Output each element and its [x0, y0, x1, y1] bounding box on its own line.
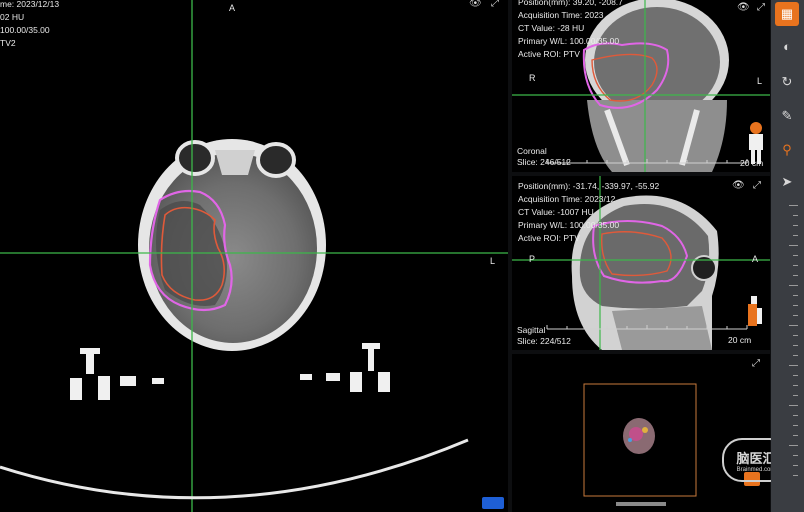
expand-icon[interactable]: ⤢: [757, 2, 765, 13]
sagittal-scale-label: 20 cm: [728, 335, 752, 345]
axial-info-line: 02 HU: [0, 12, 25, 22]
sagittal-info-line: Active ROI: PTV: [518, 233, 580, 243]
sagittal-info-line: Acquisition Time: 2023/12: [518, 194, 616, 204]
sagittal-info-line: Primary W/L: 100.00/35.00: [518, 220, 620, 230]
sagittal-slice-label: Slice: 224/512: [517, 336, 571, 346]
coronal-info-line: Active ROI: PTV: [518, 49, 580, 59]
coronal-info: Position(mm): 39.20, -208.7 Acquisition …: [518, 0, 623, 61]
axial-orient-top: A: [229, 3, 236, 13]
expand-icon[interactable]: ⤢: [491, 0, 499, 9]
axial-image: [0, 0, 508, 512]
axial-orient-right: L: [490, 256, 496, 266]
eye-icon[interactable]: 👁: [732, 180, 745, 191]
expand-icon[interactable]: ⤢: [753, 180, 761, 191]
layout-icon[interactable]: ▦: [775, 2, 799, 26]
expand-icon[interactable]: ⤢: [752, 358, 760, 369]
watermark-title: 脑医汇: [736, 450, 776, 466]
coronal-slice-label: Slice: 246/512: [517, 157, 571, 167]
axial-info-line: me: 2023/12/13: [0, 0, 60, 9]
eye-icon[interactable]: 👁: [737, 2, 750, 13]
contrast-icon[interactable]: ◐: [775, 34, 799, 58]
axial-viewport[interactable]: me: 2023/12/13 02 HU 100.00/35.00 TV2 A …: [0, 0, 508, 512]
slice-scale[interactable]: [771, 200, 804, 490]
sagittal-info-line: CT Value: -1007 HU: [518, 207, 594, 217]
3d-viewport[interactable]: ⤢: [512, 354, 770, 512]
coronal-scale-label: 20 cm: [740, 158, 764, 168]
coronal-viewport[interactable]: Position(mm): 39.20, -208.7 Acquisition …: [512, 0, 770, 172]
right-toolbar: ▦ ◐ ↻ ✎ ⚲ ➤: [771, 0, 804, 512]
pointer-icon[interactable]: ➤: [775, 170, 799, 194]
coronal-info-line: Position(mm): 39.20, -208.7: [518, 0, 623, 7]
sagittal-info: Position(mm): -31.74, -339.97, -55.92 Ac…: [518, 180, 659, 245]
3d-render: [583, 383, 697, 506]
axial-info: me: 2023/12/13 02 HU 100.00/35.00 TV2: [0, 0, 59, 50]
coronal-orient-right: L: [757, 76, 763, 86]
zoom-icon[interactable]: ⚲: [775, 138, 799, 162]
orientation-cube-icon: [482, 497, 504, 509]
sagittal-orient-left: P: [529, 254, 536, 264]
coronal-info-line: CT Value: -28 HU: [518, 23, 585, 33]
axial-info-line: 100.00/35.00: [0, 25, 50, 35]
watermark-sub: Brainmed.com: [736, 466, 776, 473]
axial-info-line: TV2: [0, 38, 16, 48]
coronal-info-line: Acquisition Time: 2023: [518, 10, 604, 20]
sagittal-orient-right: A: [752, 254, 759, 264]
eye-icon[interactable]: 👁: [469, 0, 482, 9]
sagittal-viewport[interactable]: Position(mm): -31.74, -339.97, -55.92 Ac…: [512, 176, 770, 350]
rotate-icon[interactable]: ↻: [775, 70, 799, 94]
sagittal-info-line: Position(mm): -31.74, -339.97, -55.92: [518, 181, 660, 191]
coronal-orient-left: R: [529, 73, 536, 83]
coronal-info-line: Primary W/L: 100.00/35.00: [518, 36, 620, 46]
ruler-icon[interactable]: ✎: [775, 104, 799, 128]
